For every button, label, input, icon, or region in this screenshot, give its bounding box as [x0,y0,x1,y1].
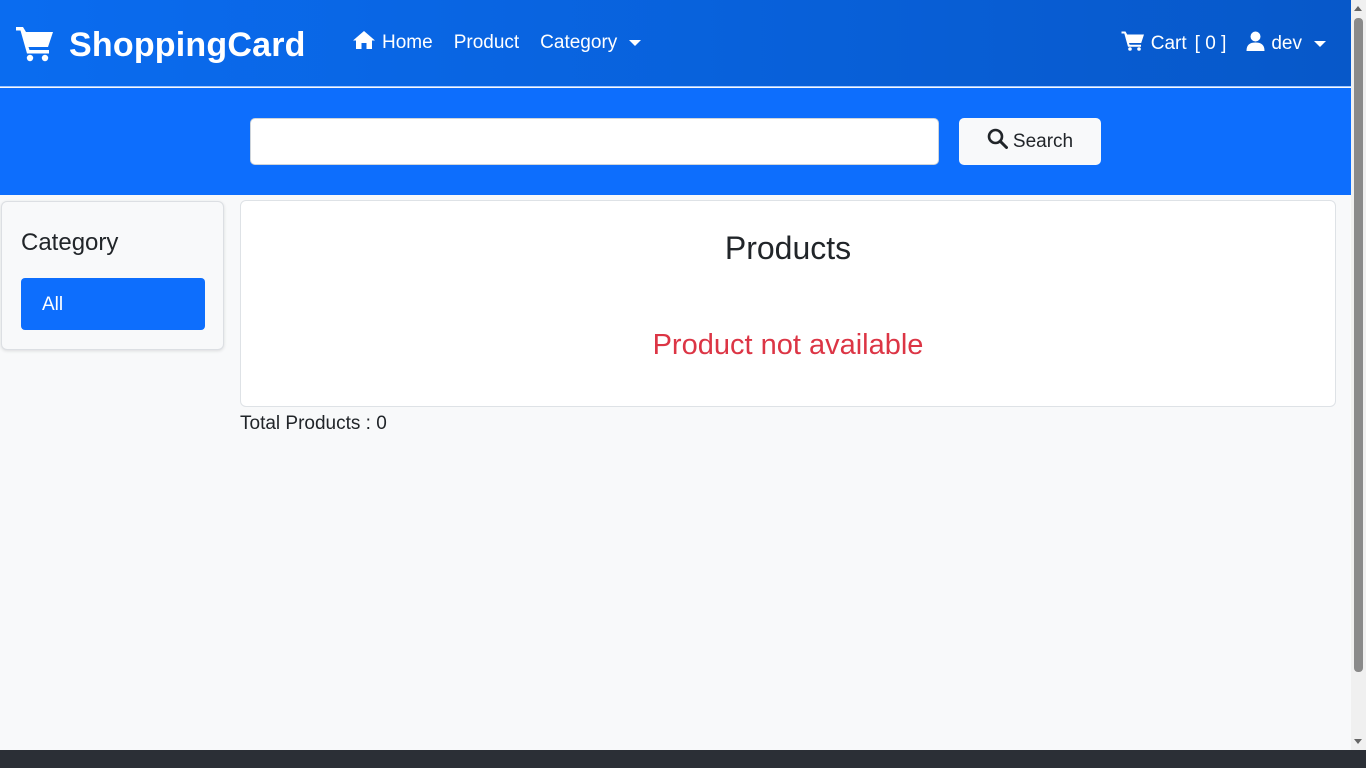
scroll-up-arrow-icon[interactable] [1354,6,1362,11]
scroll-thumb[interactable] [1354,18,1363,672]
nav-category-dropdown[interactable]: Category [540,32,642,54]
category-sidebar: Category All [1,201,224,350]
nav-category-label: Category [540,32,618,53]
cart-count: [ 0 ] [1194,32,1227,54]
nav-home[interactable]: Home [352,30,433,56]
bottom-bar [0,750,1366,768]
nav-right: Cart [ 0 ] dev [1101,30,1326,57]
nav-links: Home Product Category [352,30,662,56]
nav-product-label: Product [453,32,520,53]
caret-down-icon [629,40,642,46]
nav-product[interactable]: Product [454,32,519,54]
scroll-down-arrow-icon[interactable] [1354,739,1362,744]
caret-down-icon [1314,40,1326,47]
empty-message: Product not available [652,329,924,361]
sidebar-item-all[interactable]: All [21,278,205,330]
search-button[interactable]: Search [959,118,1101,165]
sidebar-title: Category [21,229,119,256]
brand-link[interactable]: ShoppingCard [15,24,306,67]
user-name: dev [1271,32,1302,54]
cart-link[interactable]: Cart [ 0 ] [1121,30,1227,57]
page: ShoppingCard Home Product Category Cart … [0,0,1351,750]
brand-name: ShoppingCard [69,26,306,64]
cart-label: Cart [1150,32,1187,54]
user-icon [1246,31,1271,57]
search-band: Search [0,88,1351,195]
page-title: Products [724,230,852,266]
navbar: ShoppingCard Home Product Category Cart … [0,0,1351,87]
search-input[interactable] [250,118,939,165]
user-dropdown[interactable]: dev [1246,31,1326,57]
products-panel: Products Product not available [240,200,1336,407]
home-icon [352,30,382,56]
cart-icon [1121,30,1151,57]
nav-home-label: Home [382,32,433,53]
vertical-scrollbar[interactable] [1351,0,1366,750]
shopping-cart-icon [15,24,55,67]
total-products: Total Products : 0 [240,413,387,434]
search-icon [987,128,1013,155]
search-button-label: Search [1012,130,1074,152]
